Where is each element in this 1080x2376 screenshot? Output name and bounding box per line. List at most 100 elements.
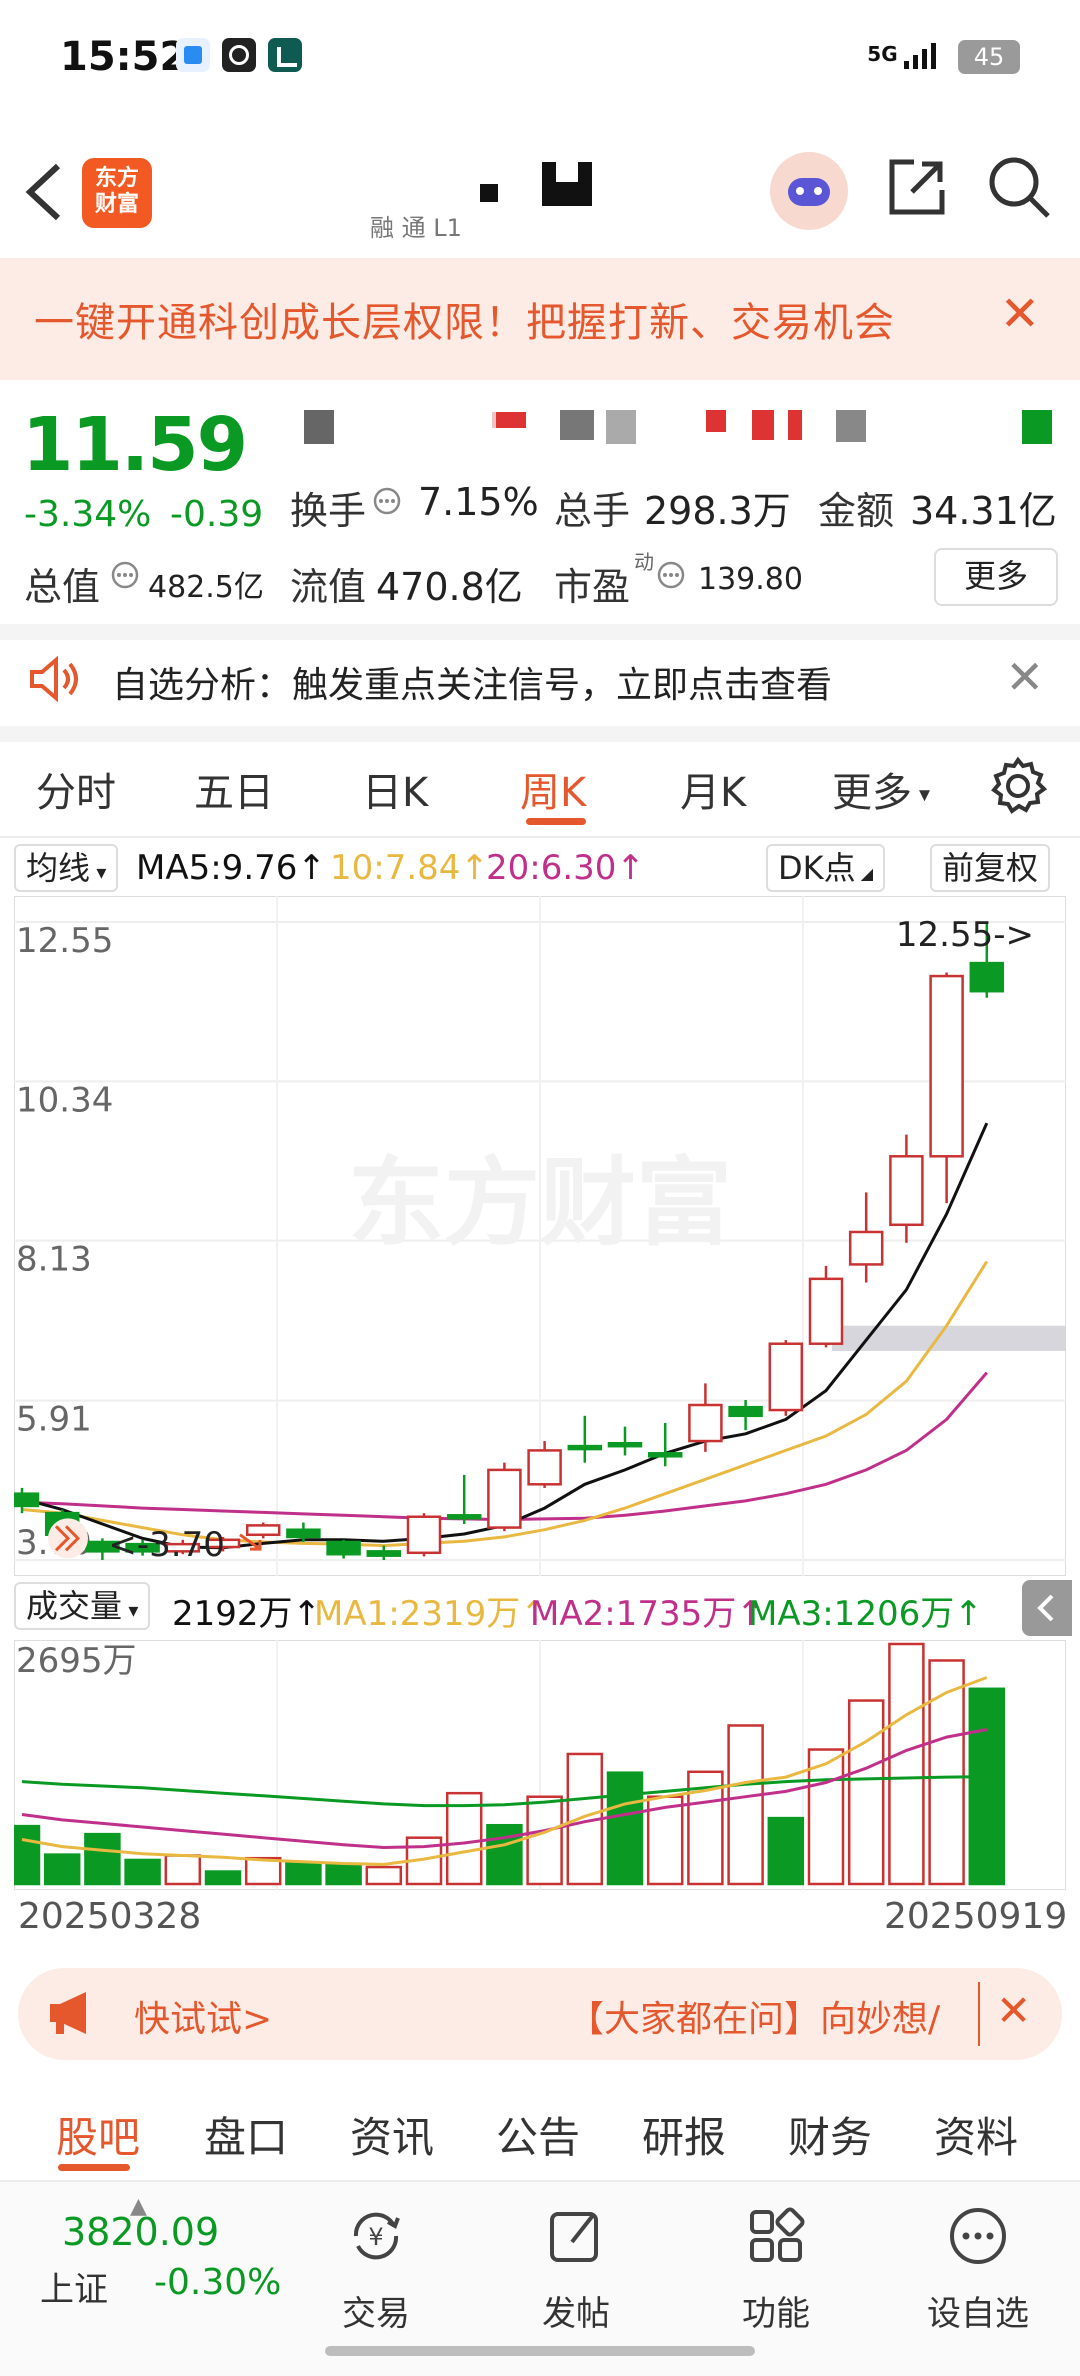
change-percent: -3.34%: [24, 494, 152, 535]
speaker-icon: [30, 656, 78, 702]
volume-bar: [727, 1724, 764, 1886]
candle-body: [929, 974, 964, 1158]
quick-try-link[interactable]: 快试试>: [134, 1990, 272, 2042]
volume-bar: [204, 1870, 242, 1886]
ma-legend-row: 均线 ▾ MA5:9.76↑ 10:7.84↑ 20:6.30↑ DK点 ◢ 前…: [0, 842, 1080, 894]
close-icon[interactable]: ✕: [1005, 650, 1044, 704]
app-notification-icon: [176, 38, 210, 72]
tab-guba[interactable]: 股吧: [56, 2104, 140, 2165]
share-button[interactable]: [884, 154, 950, 220]
index-change[interactable]: -0.30%: [154, 2262, 281, 2303]
tab-research[interactable]: 研报: [642, 2104, 726, 2165]
index-name[interactable]: 上证: [40, 2262, 108, 2311]
volume-bar: [486, 1823, 523, 1886]
turnover-value: 7.15%: [418, 480, 539, 524]
candle-body: [768, 1342, 804, 1412]
section-gap: [0, 726, 1080, 742]
candle-body: [647, 1452, 683, 1458]
divider: [978, 1982, 980, 2046]
tab-more[interactable]: 更多 ▾: [832, 760, 930, 818]
info-icon[interactable]: [110, 560, 140, 594]
ask-promo-bar[interactable]: 快试试> 【大家都在问】向妙想/ ✕: [18, 1968, 1062, 2060]
corner-icon: ◢: [855, 864, 874, 883]
tab-monthly-k[interactable]: 月K: [680, 760, 746, 818]
analysis-alert[interactable]: 自选分析：触发重点关注信号，立即点击查看 ✕: [0, 632, 1080, 726]
chevron-left-icon: [1037, 1594, 1054, 1622]
volume-bar: [526, 1795, 563, 1886]
candle-body: [969, 961, 1005, 993]
grid-icon: [750, 2207, 805, 2262]
adjust-selector[interactable]: 前复权: [930, 844, 1051, 892]
tab-profile[interactable]: 资料: [934, 2104, 1018, 2165]
status-time: 15:52: [60, 34, 188, 80]
tab-daily-k[interactable]: 日K: [362, 760, 428, 818]
low-price-label: <-3.70: [108, 1525, 224, 1565]
high-price-label: 12.55->: [896, 915, 1034, 955]
mktcap-label: 总值: [24, 565, 101, 609]
turnover-label: 换手: [290, 489, 367, 533]
status-bar: 15:52 5G 45: [0, 0, 1080, 120]
functions-button[interactable]: 功能: [706, 2204, 846, 2335]
tab-five-day[interactable]: 五日: [194, 760, 274, 818]
info-icon[interactable]: [656, 560, 686, 594]
volume-bar: [767, 1816, 805, 1886]
candle-body: [808, 1277, 844, 1345]
signal-bars-icon: [904, 42, 936, 69]
more-quote-button[interactable]: 更多: [934, 548, 1058, 606]
volume-selector[interactable]: 成交量 ▾: [14, 1582, 151, 1630]
tab-order-book[interactable]: 盘口: [204, 2104, 288, 2165]
close-icon[interactable]: ✕: [1000, 286, 1040, 342]
censored-quote-row: [300, 410, 1060, 450]
caret-down-icon: ▾: [90, 860, 107, 884]
post-button[interactable]: 发帖: [506, 2204, 646, 2335]
watermark-text: 东方财富: [348, 1147, 732, 1259]
trade-button[interactable]: ¥ 交易: [306, 2204, 446, 2335]
tab-news[interactable]: 资讯: [350, 2104, 434, 2165]
change-amount: -0.39: [170, 494, 264, 535]
add-watchlist-button[interactable]: 设自选: [908, 2204, 1048, 2335]
back-button[interactable]: [22, 160, 82, 230]
app-notification-icon: [222, 38, 256, 72]
svg-text:¥: ¥: [368, 2223, 383, 2251]
ma-selector[interactable]: 均线 ▾: [14, 844, 119, 892]
y-tick-label: 8.13: [16, 1240, 92, 1280]
tab-weekly-k[interactable]: 周K: [520, 760, 586, 818]
search-button[interactable]: [986, 154, 1052, 220]
volume-bar: [285, 1862, 322, 1886]
battery-indicator: 45: [958, 40, 1020, 74]
volume-bar: [14, 1824, 41, 1886]
float-value: 470.8亿: [376, 565, 523, 609]
tab-finance[interactable]: 财务: [788, 2104, 872, 2165]
volume-chart[interactable]: 2695万: [14, 1640, 1066, 1890]
pe-value: 139.80: [698, 562, 803, 597]
tab-intraday[interactable]: 分时: [36, 760, 116, 818]
chart-settings-button[interactable]: [988, 756, 1048, 816]
candle-body: [567, 1444, 603, 1451]
tab-announcements[interactable]: 公告: [496, 2104, 580, 2165]
dk-point-button[interactable]: DK点 ◢: [766, 844, 886, 892]
volume-label: 总手: [554, 489, 631, 533]
pe-label: 市盈: [554, 565, 631, 609]
megaphone-icon: [50, 1992, 86, 2034]
info-icon[interactable]: [372, 486, 402, 520]
signal-icon: 5G: [867, 42, 940, 69]
candle-body: [487, 1468, 522, 1529]
close-icon[interactable]: ✕: [996, 1986, 1031, 2035]
assistant-avatar[interactable]: [770, 152, 848, 230]
y-tick-label: 2695万: [16, 1641, 137, 1681]
caret-down-icon: ▾: [912, 782, 931, 808]
home-indicator: [325, 2346, 755, 2356]
vol-ma3-value: MA3:1206万↑: [748, 1594, 983, 1634]
candlestick-chart[interactable]: 东方财富12.5510.348.135.913.7012.55-><-3.70: [14, 896, 1066, 1576]
candle-body: [688, 1403, 723, 1443]
stock-title-censored[interactable]: [480, 150, 600, 230]
volume-value: 298.3万: [644, 489, 791, 533]
promo-banner[interactable]: 一键开通科创成长层权限！把握打新、交易机会 ✕: [0, 258, 1080, 380]
question-text[interactable]: 【大家都在问】向妙想/: [568, 1990, 940, 2042]
candle-body: [245, 1524, 281, 1537]
index-value[interactable]: 3820.09: [62, 2210, 219, 2254]
candle-body: [326, 1540, 361, 1556]
mktcap-value: 482.5亿: [148, 570, 264, 605]
y-tick-label: 10.34: [16, 1080, 113, 1120]
collapse-panel-button[interactable]: [1022, 1580, 1072, 1636]
